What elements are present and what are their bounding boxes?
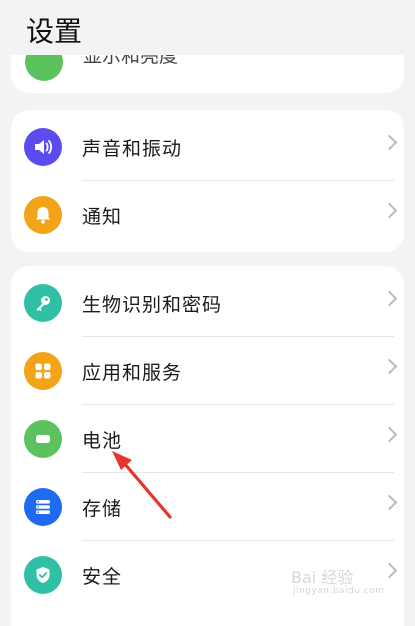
settings-item-storage-label: 存储	[82, 497, 123, 520]
settings-item-battery[interactable]: 电池	[11, 405, 404, 473]
settings-item-notifications[interactable]: 通知	[11, 181, 404, 249]
chevron-right-icon	[381, 134, 398, 151]
settings-card-partial: 显示和亮度	[11, 55, 404, 93]
speaker-icon	[24, 128, 62, 166]
display-icon	[25, 55, 63, 81]
chevron-right-icon	[381, 562, 398, 579]
settings-item-sound-label: 声音和振动	[82, 137, 183, 160]
settings-item-security-label: 安全	[82, 565, 123, 588]
apps-grid-icon	[24, 352, 62, 390]
chevron-right-icon	[381, 358, 398, 375]
settings-card-sound-notifications: 声音和振动 通知	[11, 110, 404, 252]
settings-item-storage[interactable]: 存储	[11, 473, 404, 541]
chevron-right-icon	[381, 290, 398, 307]
settings-card-system: 生物识别和密码 应用和服务 电池 存储 安全	[11, 266, 404, 626]
settings-item-apps[interactable]: 应用和服务	[11, 337, 404, 405]
settings-item-biometrics[interactable]: 生物识别和密码	[11, 269, 404, 337]
chevron-right-icon	[381, 426, 398, 443]
settings-item-battery-label: 电池	[82, 429, 123, 452]
shield-check-icon	[24, 556, 62, 594]
chevron-right-icon	[381, 202, 398, 219]
settings-item-sound[interactable]: 声音和振动	[11, 113, 404, 181]
key-icon	[24, 284, 62, 322]
page-title: 设置	[26, 15, 83, 48]
chevron-right-icon	[381, 494, 398, 511]
settings-item-apps-label: 应用和服务	[82, 361, 183, 384]
settings-item-biometrics-label: 生物识别和密码	[82, 293, 223, 316]
settings-item-security[interactable]: 安全	[11, 541, 404, 609]
bell-icon	[24, 196, 62, 234]
settings-item-display-label: 显示和亮度	[83, 55, 179, 67]
settings-item-notifications-label: 通知	[82, 205, 123, 228]
battery-icon	[24, 420, 62, 458]
storage-icon	[24, 488, 62, 526]
